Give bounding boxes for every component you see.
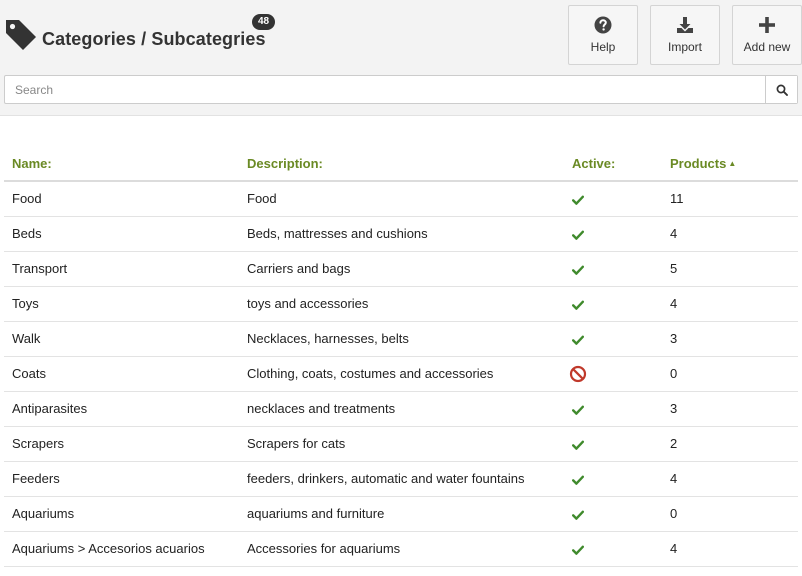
title-area: Categories / Subcategries [4, 14, 266, 51]
table-row[interactable]: Scrapers Scrapers for cats 2 [4, 426, 798, 462]
cell-name: Toys [4, 286, 247, 322]
table-row[interactable]: Beds Beds, mattresses and cushions 4 [4, 216, 798, 252]
cell-products: 5 [670, 251, 798, 287]
table-row[interactable]: Feeders feeders, drinkers, automatic and … [4, 461, 798, 497]
cell-description: feeders, drinkers, automatic and water f… [247, 461, 572, 497]
table-row[interactable]: Food Food 11 [4, 181, 798, 217]
column-header-products-label: Products [670, 155, 727, 171]
categories-table: Name: Description: Active: Products ▲ Foo… [4, 146, 798, 567]
toolbar: Help Import Add new [556, 5, 802, 65]
cell-products: 0 [670, 356, 798, 392]
cell-products: 0 [670, 496, 798, 532]
column-header-products[interactable]: Products ▲ [670, 146, 798, 182]
check-icon [572, 300, 584, 310]
cell-active [572, 496, 670, 532]
table-row[interactable]: Toys toys and accessories 4 [4, 286, 798, 322]
cell-active [572, 251, 670, 287]
cell-name: Transport [4, 251, 247, 287]
column-header-description[interactable]: Description: [247, 146, 572, 182]
import-button[interactable]: Import [650, 5, 720, 65]
cell-name: Beds [4, 216, 247, 252]
check-icon [572, 230, 584, 240]
search-input[interactable] [5, 76, 765, 103]
check-icon [572, 545, 584, 555]
count-badge: 48 [252, 14, 276, 30]
cell-name: Feeders [4, 461, 247, 497]
cell-products: 11 [670, 181, 798, 217]
table-row[interactable]: Antiparasites necklaces and treatments 3 [4, 391, 798, 427]
check-icon [572, 475, 584, 485]
cell-name: Antiparasites [4, 391, 247, 427]
table-header-row: Name: Description: Active: Products ▲ [4, 146, 798, 182]
help-button[interactable]: Help [568, 5, 638, 65]
cell-products: 4 [670, 216, 798, 252]
cell-active [572, 426, 670, 462]
cell-description: necklaces and treatments [247, 391, 572, 427]
import-button-label: Import [667, 40, 702, 54]
cell-name: Aquariums > Accesorios acuarios [4, 531, 247, 567]
cell-description: Food [247, 181, 572, 217]
cell-description: Necklaces, harnesses, belts [247, 321, 572, 357]
cell-products: 4 [670, 461, 798, 497]
download-icon [677, 17, 693, 33]
ban-icon [569, 365, 587, 382]
cell-name: Scrapers [4, 426, 247, 462]
add-new-button[interactable]: Add new [732, 5, 802, 65]
cell-description: Clothing, coats, costumes and accessorie… [247, 356, 572, 392]
cell-products: 3 [670, 321, 798, 357]
cell-description: Scrapers for cats [247, 426, 572, 462]
page-header: Categories / Subcategries 48 Help Import [0, 0, 802, 116]
cell-name: Walk [4, 321, 247, 357]
cell-active [572, 286, 670, 322]
check-icon [572, 195, 584, 205]
cell-name: Aquariums [4, 496, 247, 532]
cell-name: Coats [4, 356, 247, 392]
cell-active [569, 356, 670, 392]
search-bar [4, 75, 798, 104]
search-button[interactable] [765, 76, 797, 103]
help-button-label: Help [590, 40, 616, 54]
cell-active [572, 321, 670, 357]
cell-active [572, 181, 670, 217]
cell-products: 3 [670, 391, 798, 427]
question-circle-icon [594, 16, 612, 34]
cell-products: 4 [670, 531, 798, 567]
column-header-name[interactable]: Name: [4, 146, 247, 182]
cell-active [572, 461, 670, 497]
cell-products: 2 [670, 426, 798, 462]
check-icon [572, 510, 584, 520]
check-icon [572, 440, 584, 450]
table-row[interactable]: Transport Carriers and bags 5 [4, 251, 798, 287]
page-title: Categories / Subcategries [42, 29, 266, 49]
cell-active [572, 216, 670, 252]
cell-description: Beds, mattresses and cushions [247, 216, 572, 252]
tag-icon [6, 20, 36, 50]
table-row[interactable]: Walk Necklaces, harnesses, belts 3 [4, 321, 798, 357]
cell-description: Accessories for aquariums [247, 531, 572, 567]
check-icon [572, 405, 584, 415]
plus-icon [759, 17, 775, 33]
cell-active [572, 531, 670, 567]
table-row[interactable]: Aquariums aquariums and furniture 0 [4, 496, 798, 532]
cell-name: Food [4, 181, 247, 217]
cell-active [572, 391, 670, 427]
table-body: Food Food 11 Beds Beds, mattresses and cushi… [4, 181, 798, 567]
add-new-button-label: Add new [743, 40, 791, 54]
check-icon [572, 265, 584, 275]
cell-description: aquariums and furniture [247, 496, 572, 532]
column-header-active[interactable]: Active: [572, 146, 670, 182]
cell-description: toys and accessories [247, 286, 572, 322]
cell-products: 4 [670, 286, 798, 322]
sort-up-icon: ▲ [728, 158, 737, 168]
magnifier-icon [776, 84, 788, 96]
cell-description: Carriers and bags [247, 251, 572, 287]
table-row[interactable]: Aquariums > Accesorios acuarios Accessori… [4, 531, 798, 567]
table-row[interactable]: Coats Clothing, coats, costumes and acces… [4, 356, 798, 392]
check-icon [572, 335, 584, 345]
